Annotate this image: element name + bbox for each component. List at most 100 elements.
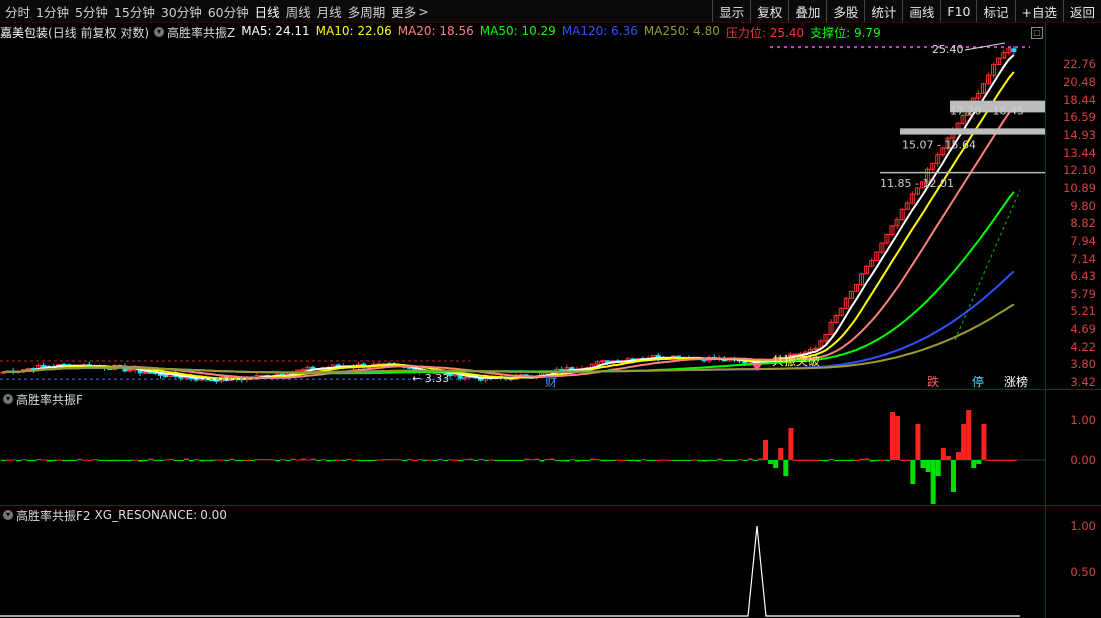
- f-bar: [900, 460, 906, 461]
- f-bar: [630, 460, 636, 461]
- f-bar: [92, 459, 98, 461]
- f-bar: [519, 460, 525, 461]
- chart-mode: (日线 前复权 对数): [48, 25, 150, 40]
- action-button-4[interactable]: 统计: [864, 0, 902, 22]
- indicator-name: 高胜率共振Z: [167, 25, 236, 40]
- projection-line: [954, 189, 1021, 341]
- period-tab-10[interactable]: 更多: [390, 2, 417, 21]
- price-tick-7: 10.89: [1063, 180, 1096, 195]
- f-bar: [737, 459, 743, 461]
- f-bar: [366, 460, 372, 462]
- action-button-9[interactable]: 返回: [1062, 0, 1101, 22]
- f-histogram[interactable]: [0, 390, 1045, 505]
- f-bar: [620, 459, 626, 461]
- zone-label-1: 17.20 - 18.45: [950, 104, 1024, 117]
- more-arrow-icon[interactable]: >: [417, 4, 429, 19]
- f-bar: [529, 459, 535, 461]
- f-bar: [300, 458, 306, 460]
- f-bar: [458, 460, 464, 462]
- f-bar: [280, 459, 286, 461]
- f-bar: [204, 460, 210, 461]
- action-button-3[interactable]: 多股: [826, 0, 864, 22]
- candle-body: [41, 364, 47, 367]
- f-bar: [77, 458, 83, 460]
- ma-item-5: MA250: 4.80: [643, 23, 720, 38]
- f-bar: [961, 424, 967, 460]
- f2-axis-label-1: 1.00: [1070, 519, 1096, 533]
- f-bar: [163, 459, 169, 461]
- f-bar: [554, 460, 560, 462]
- f-bar: [884, 460, 890, 461]
- period-tab-6[interactable]: 日线: [254, 2, 281, 21]
- period-tab-7[interactable]: 周线: [285, 2, 312, 21]
- f-bar: [412, 459, 418, 461]
- f-bar: [128, 460, 133, 461]
- f-bar: [569, 459, 575, 461]
- f-bar: [255, 459, 260, 461]
- f-bar: [265, 459, 271, 461]
- ma-line-120: [2, 270, 1015, 374]
- period-tab-1[interactable]: 1分钟: [35, 2, 70, 21]
- f-bar: [448, 459, 454, 461]
- action-button-8[interactable]: +自选: [1014, 0, 1063, 22]
- price-tick-17: 3.80: [1070, 357, 1096, 372]
- f-bar: [834, 460, 840, 461]
- f-bar: [397, 459, 403, 461]
- f-bar: [432, 460, 438, 462]
- candlestick-chart[interactable]: 17.20 - 18.45 15.07 - 15.64 11.85 - 12.01 2…: [0, 40, 1045, 389]
- f-bar: [133, 459, 139, 461]
- f-bar: [260, 459, 266, 461]
- stock-name: 嘉美包装: [0, 25, 49, 40]
- price-tick-3: 16.59: [1063, 110, 1096, 125]
- candle-body: [163, 374, 169, 378]
- indicator-settings-icon[interactable]: ▾: [154, 27, 165, 37]
- f-bar: [503, 460, 509, 462]
- tag-ting: 停: [972, 374, 984, 389]
- f-bar: [798, 460, 804, 461]
- f-bar: [417, 459, 423, 461]
- f-bar: [829, 458, 835, 460]
- period-tab-5[interactable]: 60分钟: [207, 2, 250, 21]
- f-bar: [158, 460, 164, 461]
- period-tab-8[interactable]: 月线: [316, 2, 343, 21]
- f-bar: [463, 459, 469, 461]
- resonance-signal-line[interactable]: [0, 506, 1045, 618]
- period-tab-3[interactable]: 15分钟: [113, 2, 156, 21]
- period-tab-9[interactable]: 多周期: [347, 2, 387, 21]
- price-tick-18: 3.42: [1070, 375, 1096, 390]
- f-bar: [696, 460, 702, 462]
- action-button-6[interactable]: F10: [940, 0, 976, 22]
- f-bar: [945, 456, 951, 460]
- price-tick-12: 6.43: [1070, 269, 1096, 284]
- ma-item-7: 支撑位: 9.79: [810, 25, 881, 40]
- action-button-5[interactable]: 画线: [902, 0, 940, 22]
- period-tab-0[interactable]: 分时: [4, 2, 31, 21]
- period-tab-4[interactable]: 30分钟: [160, 2, 203, 21]
- period-tab-2[interactable]: 5分钟: [74, 2, 109, 21]
- f-bar: [793, 460, 799, 461]
- f-bar: [305, 459, 311, 461]
- f-bar: [864, 458, 870, 460]
- f-bar: [636, 460, 641, 462]
- tag-zhang: 涨榜: [1004, 374, 1028, 389]
- f-bar: [351, 459, 357, 461]
- candle-body: [142, 371, 148, 374]
- f-bar: [153, 460, 159, 461]
- price-tick-11: 7.14: [1070, 251, 1096, 266]
- f-axis-label-1: 1.00: [1070, 413, 1096, 427]
- panel-expand-icon[interactable]: ▢: [1031, 27, 1043, 39]
- action-button-2[interactable]: 叠加: [788, 0, 826, 22]
- f-bar: [691, 459, 697, 461]
- f-bar: [356, 460, 362, 461]
- f-bar: [331, 460, 337, 461]
- f-bar: [590, 458, 596, 460]
- f-bar: [437, 458, 443, 460]
- action-button-0[interactable]: 显示: [712, 0, 750, 22]
- f-bar: [321, 459, 327, 461]
- action-button-7[interactable]: 标记: [976, 0, 1014, 22]
- f-bar: [310, 458, 316, 460]
- action-button-1[interactable]: 复权: [750, 0, 788, 22]
- f-bar: [585, 460, 591, 461]
- f-bar: [930, 460, 936, 504]
- f-bar: [36, 458, 42, 460]
